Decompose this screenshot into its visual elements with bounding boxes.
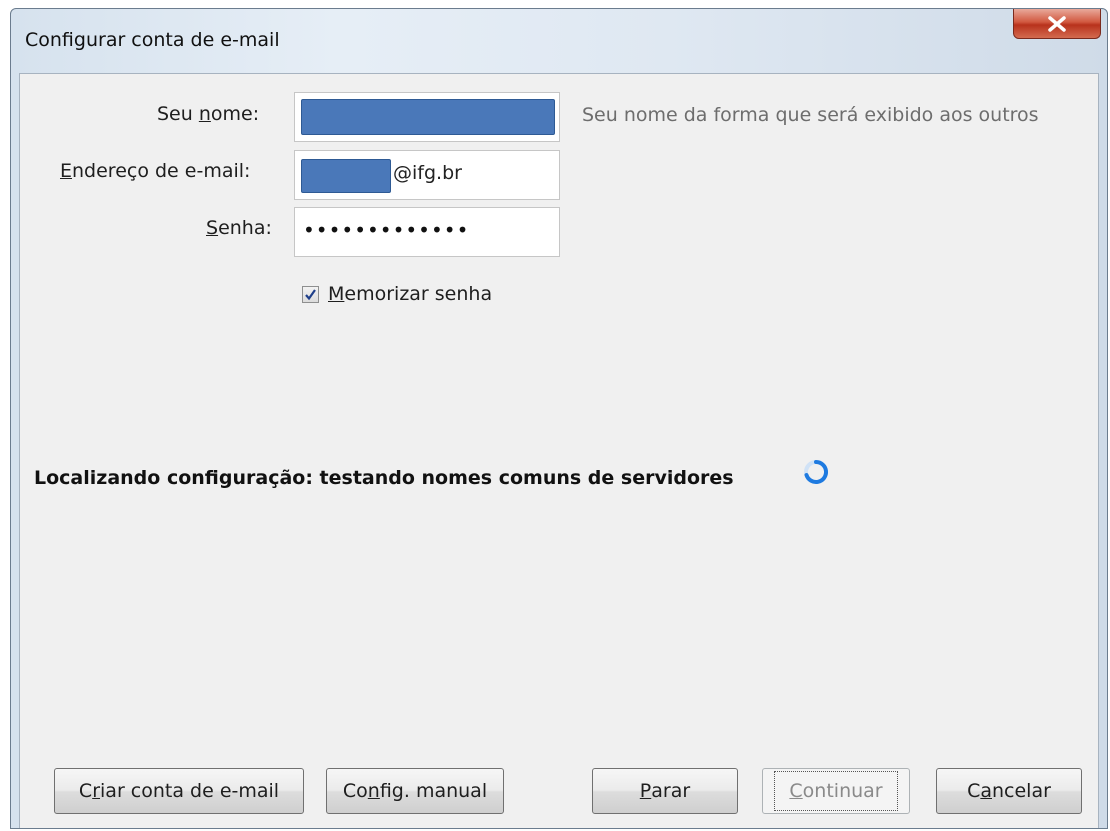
- dialog-window: Configurar conta de e-mail Seu nome: Seu…: [10, 8, 1108, 829]
- window-title: Configurar conta de e-mail: [25, 29, 280, 51]
- password-label: Senha:: [206, 217, 272, 239]
- email-input[interactable]: @ifg.br: [294, 150, 560, 200]
- cancel-button[interactable]: Ca ncelar: [936, 768, 1082, 814]
- loading-spinner-icon: [804, 459, 829, 484]
- close-icon: [1048, 15, 1066, 32]
- redacted-name: [301, 99, 555, 135]
- email-label: Endereço de e-mail:: [60, 160, 251, 182]
- manual-config-button[interactable]: Co n fig. manual: [326, 768, 504, 814]
- remember-password-label[interactable]: Memorizar senha: [328, 283, 492, 305]
- redacted-email-user: [301, 159, 391, 193]
- email-domain: @ifg.br: [393, 162, 462, 184]
- password-masked-value: •••••••••••••: [303, 218, 470, 242]
- create-account-button[interactable]: Cr iar conta de e-mail: [54, 768, 304, 814]
- name-hint: Seu nome da forma que será exibido aos o…: [582, 104, 1039, 126]
- title-bar[interactable]: Configurar conta de e-mail: [11, 9, 1107, 73]
- name-label: Seu nome:: [157, 103, 260, 125]
- stop-button[interactable]: Parar: [592, 768, 738, 814]
- continue-button[interactable]: Continuar: [762, 768, 910, 814]
- name-input[interactable]: [294, 92, 560, 142]
- checkmark-icon: [305, 289, 316, 301]
- close-button[interactable]: [1013, 9, 1101, 39]
- dialog-content: Seu nome: Seu nome da forma que será exi…: [19, 73, 1099, 828]
- status-message: Localizando configuração: testando nomes…: [34, 467, 734, 489]
- remember-password-checkbox[interactable]: [302, 286, 319, 303]
- password-input[interactable]: •••••••••••••: [294, 207, 560, 257]
